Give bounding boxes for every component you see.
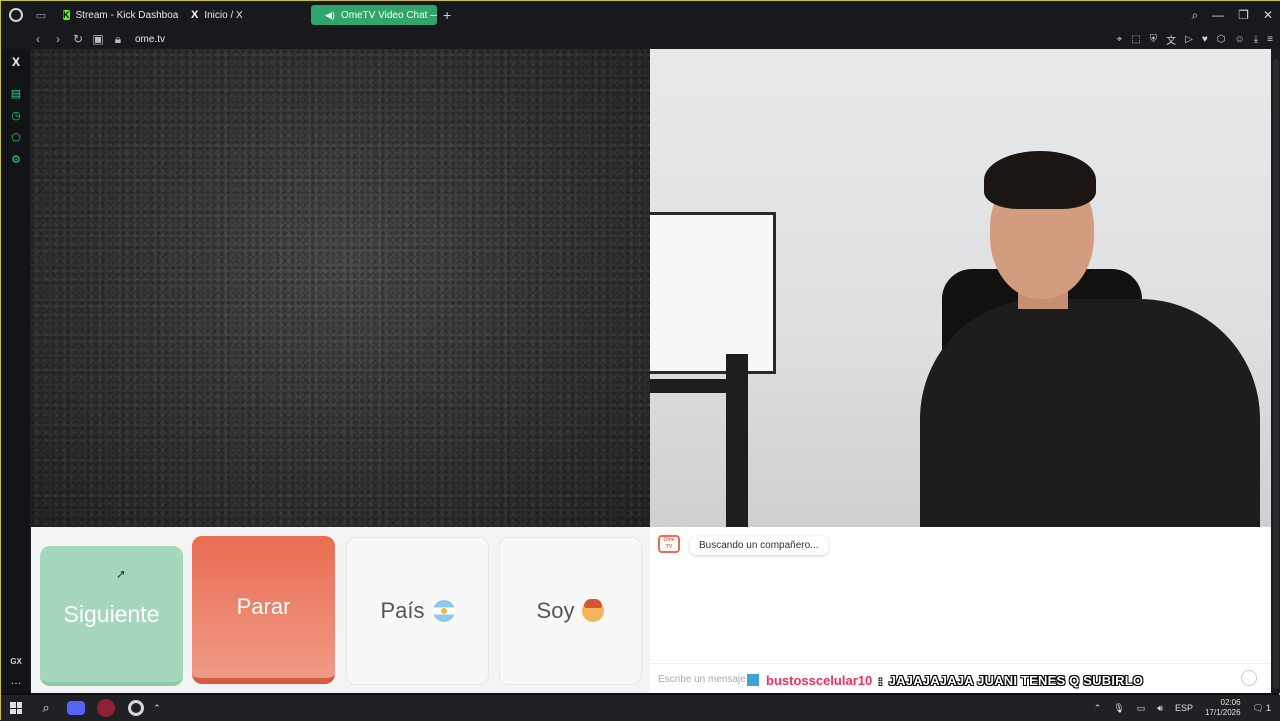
volume-icon[interactable]: 🔊︎ — [1157, 703, 1163, 714]
history-icon[interactable]: ◷ — [1, 109, 31, 122]
snapshot-icon[interactable]: ⬚ — [1131, 34, 1140, 45]
url-field[interactable]: ome.tv — [135, 34, 165, 45]
app-icon[interactable] — [91, 695, 121, 721]
tabs-icon[interactable]: ▤ — [1, 87, 31, 100]
camera-icon[interactable]: ▣ — [89, 32, 107, 46]
speaker-icon[interactable]: ◀) — [325, 10, 335, 21]
mouse-cursor-icon: ➚ — [116, 567, 127, 581]
next-button[interactable]: Siguiente — [40, 546, 183, 686]
chat-panel: Ome TV Buscando un compañero... Escribe u… — [650, 527, 1271, 693]
easel — [726, 354, 748, 527]
date: 17/1/2026 — [1204, 708, 1241, 717]
tab-kick-dashboard[interactable]: K Stream - Kick Dashboard — [55, 5, 179, 25]
kick-icon: K — [63, 10, 70, 20]
toolbar-icons: ⌖ ⬚ ⛨ 文 ▷ ♥ ⬡ ☺ ⤓ ≡ — [1117, 29, 1273, 49]
extensions-icon[interactable]: ⬠ — [1, 131, 31, 144]
address-bar: ‹ › ↻ ▣ 🔒︎ ome.tv ⌖ ⬚ ⛨ 文 ▷ ♥ ⬡ ☺ ⤓ ≡ — [1, 29, 1280, 49]
opera-gx-logo-icon[interactable] — [1, 1, 31, 29]
chevron-up-icon[interactable]: ⌃ — [151, 695, 163, 721]
reload-icon[interactable]: ↻ — [69, 32, 87, 46]
message-input-placeholder[interactable]: Escribe un mensaje — [658, 674, 746, 685]
sidebar: X ▤ ◷ ⬠ ⚙ GX … — [1, 49, 31, 693]
person-body — [920, 299, 1260, 527]
boy-emoji-icon — [582, 599, 605, 622]
more-icon[interactable]: … — [1, 675, 31, 687]
overlay-username: bustosscelular10 — [766, 672, 873, 688]
minimize-button[interactable]: — — [1212, 8, 1224, 22]
tab-label: Inicio / X — [204, 9, 243, 21]
status-message: Buscando un compañero... — [690, 536, 828, 555]
browser-window: ▭ K Stream - Kick Dashboard X Inicio / X… — [0, 0, 1280, 721]
profile-icon[interactable]: ☺ — [1235, 34, 1245, 45]
country-selector[interactable]: País — [346, 537, 489, 685]
chevron-up-icon[interactable]: ⌃ — [1094, 703, 1102, 714]
windows-start-icon[interactable] — [1, 695, 31, 721]
microphone-icon[interactable]: 🎙︎ — [1113, 703, 1124, 714]
search-icon[interactable]: ⌕ — [31, 695, 61, 721]
emoji-icon[interactable] — [1241, 670, 1257, 686]
next-button-label: Siguiente — [63, 600, 160, 627]
x-icon: X — [191, 9, 199, 21]
window-controls: ⌕ — ❐ ✕ — [1191, 1, 1273, 29]
shield-icon[interactable]: ⛨ — [1150, 34, 1158, 45]
chat-controls: Siguiente Parar País Soy — [31, 527, 650, 693]
stranger-video — [31, 49, 650, 527]
person-hair — [984, 151, 1096, 209]
tab-bar: ▭ K Stream - Kick Dashboard X Inicio / X… — [1, 1, 1280, 29]
forward-button[interactable]: › — [49, 32, 67, 46]
stop-button-label: Parar — [236, 594, 291, 619]
opera-gx-icon[interactable] — [121, 695, 151, 721]
pin-icon[interactable]: ⌖ — [1117, 34, 1123, 45]
menu-icon[interactable]: ≡ — [1267, 34, 1273, 45]
close-button[interactable]: ✕ — [1263, 8, 1273, 22]
language-indicator[interactable]: ESP — [1175, 703, 1193, 713]
clock[interactable]: 02:06 17/1/2026 — [1205, 698, 1241, 718]
new-tab-button[interactable]: + — [443, 7, 451, 23]
tab-label: OmeTV Video Chat — — [340, 9, 437, 21]
notifications-icon[interactable]: 🗨︎ — [1253, 703, 1264, 714]
x-icon[interactable]: X — [1, 55, 31, 69]
lock-icon[interactable]: 🔒︎ — [109, 32, 127, 47]
download-icon[interactable]: ⤓ — [1254, 34, 1258, 45]
self-webcam-video — [650, 49, 1271, 527]
argentina-flag-icon — [432, 600, 455, 622]
whiteboard — [650, 212, 776, 374]
overlay-separator: : — [878, 672, 883, 688]
back-button[interactable]: ‹ — [29, 32, 47, 46]
tab-switcher-icon[interactable]: ▭ — [31, 1, 51, 29]
windows-taskbar: ⌕ ⌃ ⌃ 🎙︎ ▭ 🔊︎ ESP 02:06 17/1/2026 🗨︎ 1 — [1, 695, 1280, 721]
tab-ometv[interactable]: ◀) OmeTV Video Chat — — [311, 5, 437, 25]
static-noise — [31, 49, 650, 527]
stop-button[interactable]: Parar — [192, 536, 335, 684]
translate-icon[interactable]: 文 — [1166, 32, 1176, 47]
restore-button[interactable]: ❐ — [1238, 8, 1249, 22]
network-icon[interactable]: ▭ — [1137, 703, 1146, 714]
system-tray: ⌃ 🎙︎ ▭ 🔊︎ ESP 02:06 17/1/2026 🗨︎ 1 — [1094, 695, 1280, 721]
gx-corner-icon[interactable]: GX — [1, 657, 31, 666]
page-scrollbar[interactable] — [1271, 49, 1280, 693]
ometv-logo-icon: Ome TV — [658, 535, 680, 553]
play-icon[interactable]: ▷ — [1185, 34, 1193, 45]
heart-icon[interactable]: ♥ — [1202, 34, 1208, 45]
scroll-thumb[interactable] — [1273, 59, 1279, 689]
kick-chat-icon — [746, 673, 760, 687]
time: 02:06 — [1220, 698, 1241, 707]
gender-label: Soy — [536, 598, 575, 623]
overlay-message: JAJAJAJAJA JUANI TENES Q SUBIRLO — [888, 672, 1144, 688]
settings-icon[interactable]: ⚙ — [1, 153, 31, 166]
easel-bar — [650, 379, 730, 393]
notification-count: 1 — [1265, 703, 1271, 713]
discord-icon[interactable] — [61, 695, 91, 721]
gender-selector[interactable]: Soy — [499, 537, 642, 685]
country-label: País — [380, 598, 425, 623]
stream-chat-overlay: bustosscelular10 : JAJAJAJAJA JUANI TENE… — [746, 671, 1143, 689]
tab-x-inicio[interactable]: X Inicio / X — [183, 5, 307, 25]
search-icon[interactable]: ⌕ — [1191, 8, 1198, 23]
tab-label: Stream - Kick Dashboard — [75, 9, 180, 21]
extensions-icon[interactable]: ⬡ — [1217, 34, 1226, 45]
